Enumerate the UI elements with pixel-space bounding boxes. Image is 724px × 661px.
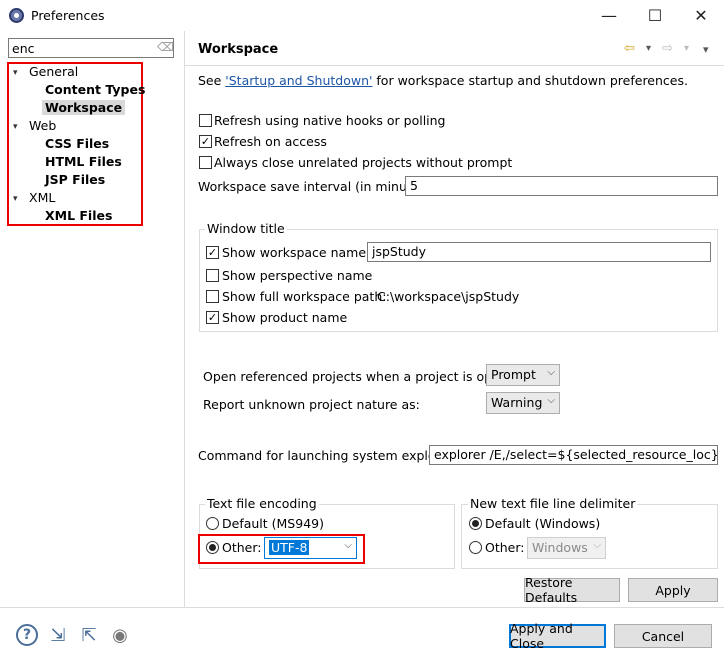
tree-item-web[interactable]: Web — [29, 118, 56, 133]
bottom-separator — [0, 607, 724, 608]
save-interval-label: Workspace save interval (in minutes): — [198, 179, 436, 194]
show-perspective-checkbox[interactable] — [206, 269, 219, 282]
see-prefix: See — [198, 73, 226, 88]
eclipse-app-icon — [9, 8, 24, 23]
oomph-icon[interactable]: ◉ — [109, 624, 131, 646]
tree-item-content-types[interactable]: Content Types — [45, 82, 145, 97]
startup-link-line: See 'Startup and Shutdown' for workspace… — [198, 73, 688, 88]
maximize-button[interactable]: ☐ — [632, 0, 678, 31]
report-unknown-select[interactable]: Warning ⌵ — [486, 392, 560, 414]
startup-shutdown-link[interactable]: 'Startup and Shutdown' — [225, 73, 372, 88]
report-unknown-value: Warning — [491, 395, 543, 410]
show-full-path-label: Show full workspace path: — [222, 289, 387, 304]
tree-item-html-files[interactable]: HTML Files — [45, 154, 122, 169]
refresh-native-checkbox[interactable] — [199, 114, 212, 127]
filter-input[interactable] — [8, 38, 174, 58]
forward-dropdown-icon[interactable]: ▾ — [684, 43, 689, 54]
encoding-default-radio[interactable] — [206, 517, 219, 530]
minimize-button[interactable]: — — [586, 0, 632, 31]
report-unknown-label: Report unknown project nature as: — [203, 397, 420, 412]
system-explorer-input[interactable]: explorer /E,/select=${selected_resource_… — [429, 445, 718, 465]
back-dropdown-icon[interactable]: ▾ — [646, 43, 651, 54]
close-button[interactable]: ✕ — [678, 0, 724, 31]
encoding-highlight-box — [198, 534, 365, 564]
tree-item-css-files[interactable]: CSS Files — [45, 136, 109, 151]
import-icon[interactable]: ⇲ — [47, 624, 69, 646]
page-title: Workspace — [198, 42, 279, 57]
show-product-label: Show product name — [222, 310, 348, 325]
always-close-checkbox[interactable] — [199, 156, 212, 169]
show-perspective-label: Show perspective name — [222, 268, 373, 283]
show-workspace-name-checkbox[interactable]: ✓ — [206, 246, 219, 259]
show-workspace-name-label: Show workspace name: — [222, 245, 371, 260]
expanded-icon[interactable]: ▾ — [13, 68, 18, 78]
header-separator — [185, 65, 724, 66]
window-title: Preferences — [31, 8, 105, 23]
open-referenced-select[interactable]: Prompt ⌵ — [486, 364, 560, 386]
apply-and-close-button[interactable]: Apply and Close — [509, 621, 606, 651]
tree-item-jsp-files[interactable]: JSP Files — [45, 172, 105, 187]
forward-icon[interactable]: ⇨ — [662, 41, 673, 56]
apply-button[interactable]: Apply — [628, 578, 718, 602]
tree-item-xml[interactable]: XML — [29, 190, 55, 205]
window-title-group-label: Window title — [205, 221, 287, 236]
system-explorer-label: Command for launching system explorer: — [198, 448, 458, 463]
delimiter-other-label: Other: — [485, 540, 525, 555]
full-path-value: C:\workspace\jspStudy — [377, 289, 520, 304]
help-icon[interactable]: ? — [16, 624, 38, 646]
view-menu-icon[interactable]: ▾ — [703, 43, 709, 56]
cancel-button[interactable]: Cancel — [614, 624, 712, 648]
workspace-name-input[interactable]: jspStudy — [367, 242, 711, 262]
delimiter-other-radio[interactable] — [469, 541, 482, 554]
refresh-access-checkbox[interactable]: ✓ — [199, 135, 212, 148]
always-close-label: Always close unrelated projects without … — [214, 155, 513, 170]
expanded-icon[interactable]: ▾ — [13, 122, 18, 132]
open-referenced-label: Open referenced projects when a project … — [203, 369, 528, 384]
see-suffix: for workspace startup and shutdown prefe… — [372, 73, 688, 88]
restore-defaults-button[interactable]: Restore Defaults — [524, 575, 620, 605]
chevron-down-icon: ⌵ — [547, 395, 555, 406]
refresh-access-label: Refresh on access — [214, 134, 327, 149]
chevron-down-icon: ⌵ — [547, 367, 555, 378]
line-delimiter-group-label: New text file line delimiter — [468, 496, 638, 511]
tree-item-workspace[interactable]: Workspace — [42, 100, 126, 115]
refresh-native-label: Refresh using native hooks or polling — [214, 113, 446, 128]
save-interval-input[interactable]: 5 — [405, 176, 718, 196]
delimiter-default-label: Default (Windows) — [485, 516, 601, 531]
delimiter-other-select[interactable]: Windows ⌵ — [527, 537, 606, 559]
open-referenced-value: Prompt — [491, 367, 536, 382]
clear-filter-icon[interactable]: ⌫ — [157, 41, 174, 54]
show-product-checkbox[interactable]: ✓ — [206, 311, 219, 324]
encoding-default-label: Default (MS949) — [222, 516, 324, 531]
delimiter-default-radio[interactable] — [469, 517, 482, 530]
back-icon[interactable]: ⇦ — [624, 41, 635, 56]
show-full-path-checkbox[interactable] — [206, 290, 219, 303]
text-encoding-group-label: Text file encoding — [205, 496, 319, 511]
delimiter-other-value: Windows — [532, 540, 588, 555]
tree-item-xml-files[interactable]: XML Files — [45, 208, 112, 223]
chevron-down-icon: ⌵ — [593, 540, 601, 551]
export-icon[interactable]: ⇱ — [78, 624, 100, 646]
tree-item-general[interactable]: General — [29, 64, 78, 79]
expanded-icon[interactable]: ▾ — [13, 194, 18, 204]
